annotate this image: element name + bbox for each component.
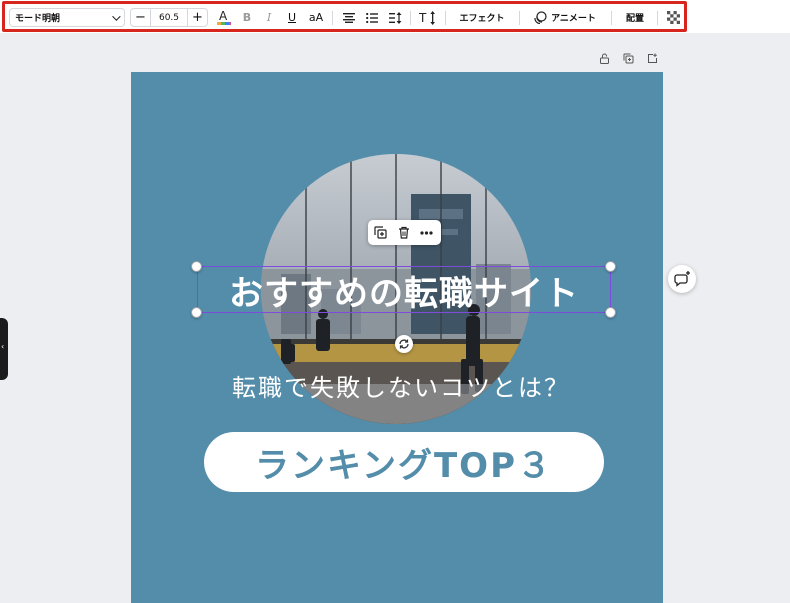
ranking-pill-text: ランキングTOP３: [255, 445, 553, 486]
bold-button[interactable]: B: [238, 8, 256, 27]
vertical-text-button[interactable]: T: [416, 8, 440, 27]
side-panel-collapse-tab[interactable]: ‹: [0, 318, 8, 380]
element-context-menu: [368, 220, 441, 245]
toolbar-divider: [611, 11, 612, 25]
letter-case-button[interactable]: aA: [305, 8, 327, 27]
bullet-list-icon: [366, 12, 378, 23]
text-color-icon: A: [217, 9, 231, 25]
resize-handle[interactable]: [191, 261, 202, 272]
underline-button[interactable]: U: [283, 8, 301, 27]
delete-button[interactable]: [395, 224, 412, 241]
spacing-button[interactable]: [386, 8, 404, 27]
lock-icon[interactable]: [599, 53, 610, 64]
text-toolbar: モード明朝 − 60.5 + A B I U aA T エフェクト アニメート …: [2, 1, 687, 32]
line-spacing-icon: [388, 11, 401, 24]
font-size-decrease-button[interactable]: −: [131, 9, 151, 26]
transparency-button[interactable]: [664, 8, 682, 27]
toolbar-divider: [519, 11, 520, 25]
animate-button[interactable]: アニメート: [526, 8, 604, 27]
duplicate-button[interactable]: [372, 224, 389, 241]
text-color-button[interactable]: A: [214, 8, 234, 27]
chevron-down-icon: [112, 11, 121, 21]
add-comment-button[interactable]: [668, 265, 696, 293]
font-size-increase-button[interactable]: +: [187, 9, 207, 26]
toolbar-divider: [657, 11, 658, 25]
duplicate-page-icon[interactable]: [623, 53, 634, 64]
align-center-button[interactable]: [340, 8, 358, 27]
chevron-left-icon: ‹: [1, 342, 5, 351]
transparency-icon: [666, 11, 680, 24]
vertical-text-icon: T: [419, 10, 435, 25]
more-icon: [420, 230, 433, 235]
duplicate-icon: [374, 226, 387, 239]
effects-button[interactable]: エフェクト: [452, 8, 512, 27]
resize-handle[interactable]: [605, 261, 616, 272]
ranking-pill[interactable]: ランキングTOP３: [204, 432, 604, 492]
add-page-icon[interactable]: [647, 53, 658, 64]
font-family-value: モード明朝: [15, 14, 61, 24]
italic-button[interactable]: I: [260, 8, 278, 27]
font-size-input[interactable]: 60.5: [151, 9, 187, 26]
list-button[interactable]: [363, 8, 381, 27]
font-family-select[interactable]: モード明朝: [9, 8, 125, 27]
toolbar-background: モード明朝 − 60.5 + A B I U aA T エフェクト アニメート …: [0, 0, 790, 33]
trash-icon: [398, 226, 409, 239]
comment-add-icon: [674, 271, 690, 287]
toolbar-divider: [410, 11, 411, 25]
svg-text:T: T: [419, 11, 427, 25]
resize-handle[interactable]: [191, 307, 202, 318]
align-center-icon: [343, 12, 355, 23]
svg-text:A: A: [219, 9, 228, 23]
subtitle-text[interactable]: 転職で失敗しないコツとは？: [191, 368, 611, 403]
toolbar-divider: [445, 11, 446, 25]
rotate-icon: [399, 339, 409, 349]
font-size-stepper: − 60.5 +: [130, 8, 208, 27]
animate-label: アニメート: [551, 14, 596, 24]
animate-icon: [534, 11, 547, 24]
rotate-handle[interactable]: [395, 335, 413, 353]
position-button[interactable]: 配置: [618, 8, 652, 27]
selection-box: [197, 266, 611, 313]
toolbar-divider: [332, 11, 333, 25]
more-options-button[interactable]: [418, 224, 435, 241]
resize-handle[interactable]: [605, 307, 616, 318]
